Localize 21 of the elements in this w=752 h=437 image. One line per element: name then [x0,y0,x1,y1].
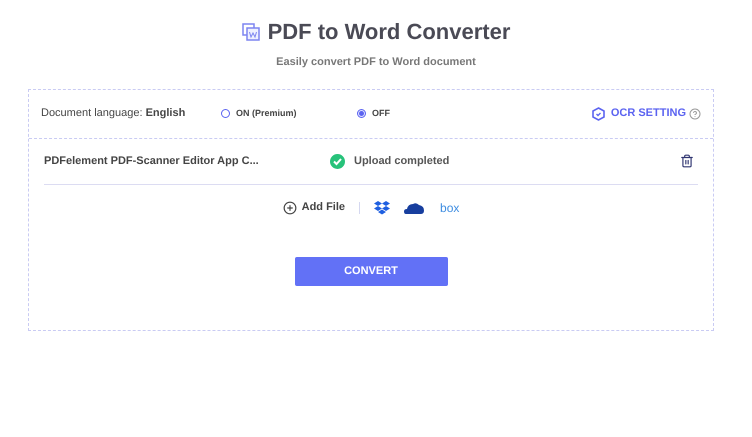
add-file-button[interactable]: Add File [282,199,346,216]
radio-button[interactable] [357,109,366,118]
check-icon [330,154,345,168]
radio-button[interactable] [221,109,230,118]
radio-label: ON (Premium) [236,106,297,120]
radio-label: OFF [372,106,390,120]
add-icon [282,200,297,214]
file-name: PDFelement PDF-Scanner Editor App C... [44,154,260,169]
hexagon-check-icon [592,106,605,120]
ocr-setting-button[interactable]: OCR SETTING [592,105,686,122]
delete-icon[interactable] [680,154,694,168]
dropbox-icon[interactable] [374,200,390,214]
page-title: PDF to Word Converter [268,18,510,46]
language-label: Document language: English [41,106,186,122]
page-subtitle: Easily convert PDF to Word document [276,55,476,70]
convert-button[interactable]: CONVERT [294,256,448,286]
help-icon[interactable] [689,108,701,120]
cloud-icon[interactable] [404,202,424,214]
box-logo[interactable]: box [440,198,460,216]
word-document-icon [242,22,260,40]
upload-status: Upload completed [354,154,450,169]
